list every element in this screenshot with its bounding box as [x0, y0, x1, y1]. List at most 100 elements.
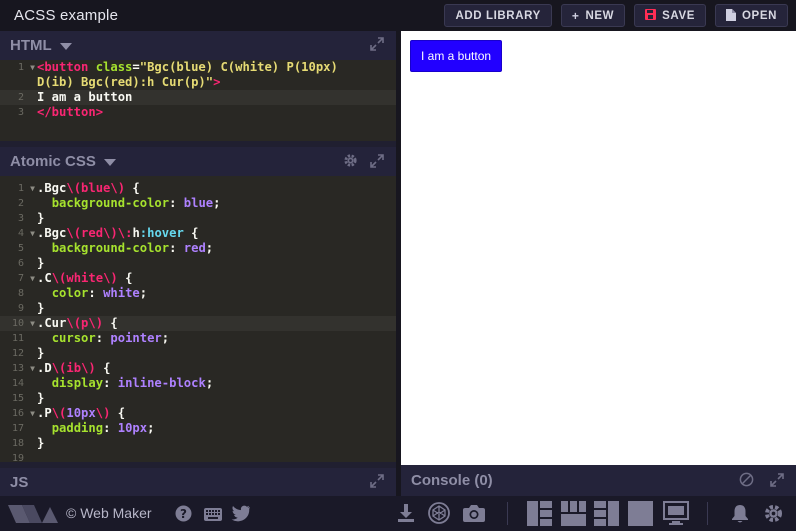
chevron-down-icon[interactable] [103, 159, 116, 166]
web-maker-logo[interactable] [8, 503, 58, 525]
code-text: } [37, 436, 45, 450]
keyboard-icon[interactable] [204, 507, 222, 524]
add-library-button[interactable]: ADD LIBRARY [444, 4, 552, 27]
top-bar: ACSS example ADD LIBRARY + NEW SAVE OPEN [0, 0, 796, 31]
footer-bar: © Web Maker ? [0, 496, 796, 531]
code-line[interactable]: 16 ▼ .P\(10px\) { [0, 406, 396, 421]
code-text: color: white; [51, 286, 148, 300]
open-button[interactable]: OPEN [715, 4, 788, 27]
code-line[interactable]: 11 cursor: pointer; [0, 331, 396, 346]
layout-3-icon[interactable] [594, 501, 619, 526]
code-line[interactable]: 18} [0, 436, 396, 451]
fold-arrow-icon[interactable]: ▼ [28, 60, 37, 75]
app-title[interactable]: ACSS example [14, 7, 118, 24]
expand-icon[interactable] [770, 472, 784, 490]
fold-gutter [28, 421, 37, 436]
code-text: } [37, 256, 45, 270]
expand-icon[interactable] [370, 153, 384, 171]
console-header[interactable]: Console (0) [401, 465, 796, 496]
line-number: 10 [11, 318, 24, 329]
code-line[interactable]: 7 ▼ .C\(white\) { [0, 271, 396, 286]
chevron-down-icon[interactable] [59, 43, 72, 50]
expand-icon[interactable] [370, 474, 384, 491]
fold-gutter [28, 90, 37, 105]
code-line[interactable]: 5 background-color: red; [0, 241, 396, 256]
bell-icon[interactable] [731, 504, 749, 527]
code-text: .D\(ib\) { [37, 361, 111, 375]
code-line[interactable]: 6} [0, 256, 396, 271]
twitter-icon[interactable] [231, 505, 251, 525]
footer-credit[interactable]: © Web Maker [66, 505, 152, 521]
code-line[interactable]: 1 ▼ .Bgc\(blue\) { [0, 181, 396, 196]
js-panel-header[interactable]: JS [0, 468, 396, 496]
code-text: <button class="Bgc(blue) C(white) P(10px… [37, 60, 338, 74]
layout-2-icon[interactable] [561, 501, 586, 526]
fold-arrow-icon[interactable]: ▼ [28, 361, 37, 376]
fold-arrow-icon[interactable]: ▼ [28, 316, 37, 331]
code-line[interactable]: 2 background-color: blue; [0, 196, 396, 211]
demo-button[interactable]: I am a button [410, 40, 503, 72]
code-text: } [37, 346, 45, 360]
line-number: 8 [17, 288, 24, 299]
clear-console-icon[interactable] [739, 472, 754, 490]
code-line[interactable]: 12} [0, 346, 396, 361]
code-line[interactable]: 10 ▼ .Cur\(p\) { [0, 316, 396, 331]
line-number: 17 [11, 423, 24, 434]
code-line[interactable]: 15} [0, 391, 396, 406]
code-line[interactable]: D(ib) Bgc(red):h Cur(p)"> [0, 75, 396, 90]
code-line[interactable]: 13 ▼ .D\(ib\) { [0, 361, 396, 376]
html-code-editor[interactable]: 1 ▼ <button class="Bgc(blue) C(white) P(10… [0, 60, 396, 141]
code-line[interactable]: 3} [0, 211, 396, 226]
code-line[interactable]: 8 color: white; [0, 286, 396, 301]
code-line[interactable]: 4 ▼ .Bgc\(red\)\:h:hover { [0, 226, 396, 241]
code-line[interactable]: 2 I am a button [0, 90, 396, 105]
fold-gutter [28, 241, 37, 256]
code-line[interactable]: 19 [0, 451, 396, 462]
fold-gutter [28, 436, 37, 451]
code-text: } [37, 301, 45, 315]
layout-full-icon[interactable] [628, 501, 653, 526]
footer-separator [507, 502, 508, 525]
settings-gear-icon[interactable] [763, 503, 784, 527]
detach-preview-icon[interactable] [663, 501, 689, 526]
expand-icon[interactable] [370, 37, 384, 54]
download-icon[interactable] [398, 504, 414, 525]
code-text: I am a button [37, 90, 133, 104]
code-text: D(ib) Bgc(red):h Cur(p)"> [37, 75, 221, 89]
line-number: 11 [11, 333, 24, 344]
code-line[interactable]: 9} [0, 301, 396, 316]
code-text: .Cur\(p\) { [37, 316, 118, 330]
fold-gutter [28, 105, 37, 120]
codepen-icon[interactable] [428, 502, 450, 527]
code-line[interactable]: 1 ▼ <button class="Bgc(blue) C(white) P(10… [0, 60, 396, 75]
html-panel-header[interactable]: HTML [0, 31, 396, 60]
footer-separator [707, 502, 708, 525]
fold-gutter [28, 286, 37, 301]
css-code-editor[interactable]: 1 ▼ .Bgc\(blue\) {2 background-color: blue… [0, 176, 396, 462]
code-text: } [37, 211, 45, 225]
code-line[interactable]: 14 display: inline-block; [0, 376, 396, 391]
code-text: padding: 10px; [51, 421, 155, 435]
js-panel-title: JS [10, 473, 29, 491]
code-text: } [37, 391, 45, 405]
preview-pane: I am a button [401, 31, 796, 465]
fold-arrow-icon[interactable]: ▼ [28, 181, 37, 196]
fold-arrow-icon[interactable]: ▼ [28, 271, 37, 286]
gear-icon[interactable] [343, 153, 358, 171]
save-label: SAVE [662, 9, 695, 22]
fold-gutter [28, 256, 37, 271]
code-line[interactable]: 17 padding: 10px; [0, 421, 396, 436]
new-label: NEW [585, 9, 615, 22]
code-line[interactable]: 3 </button> [0, 105, 396, 120]
help-icon[interactable]: ? [175, 505, 192, 525]
layout-1-icon[interactable] [527, 501, 552, 526]
css-panel-header[interactable]: Atomic CSS [0, 147, 396, 176]
camera-icon[interactable] [463, 504, 485, 525]
fold-arrow-icon[interactable]: ▼ [28, 226, 37, 241]
line-number: 3 [17, 213, 24, 224]
new-button[interactable]: + NEW [560, 4, 626, 27]
fold-arrow-icon[interactable]: ▼ [28, 406, 37, 421]
code-text: .C\(white\) { [37, 271, 133, 285]
line-number [0, 75, 28, 90]
save-button[interactable]: SAVE [634, 4, 706, 27]
